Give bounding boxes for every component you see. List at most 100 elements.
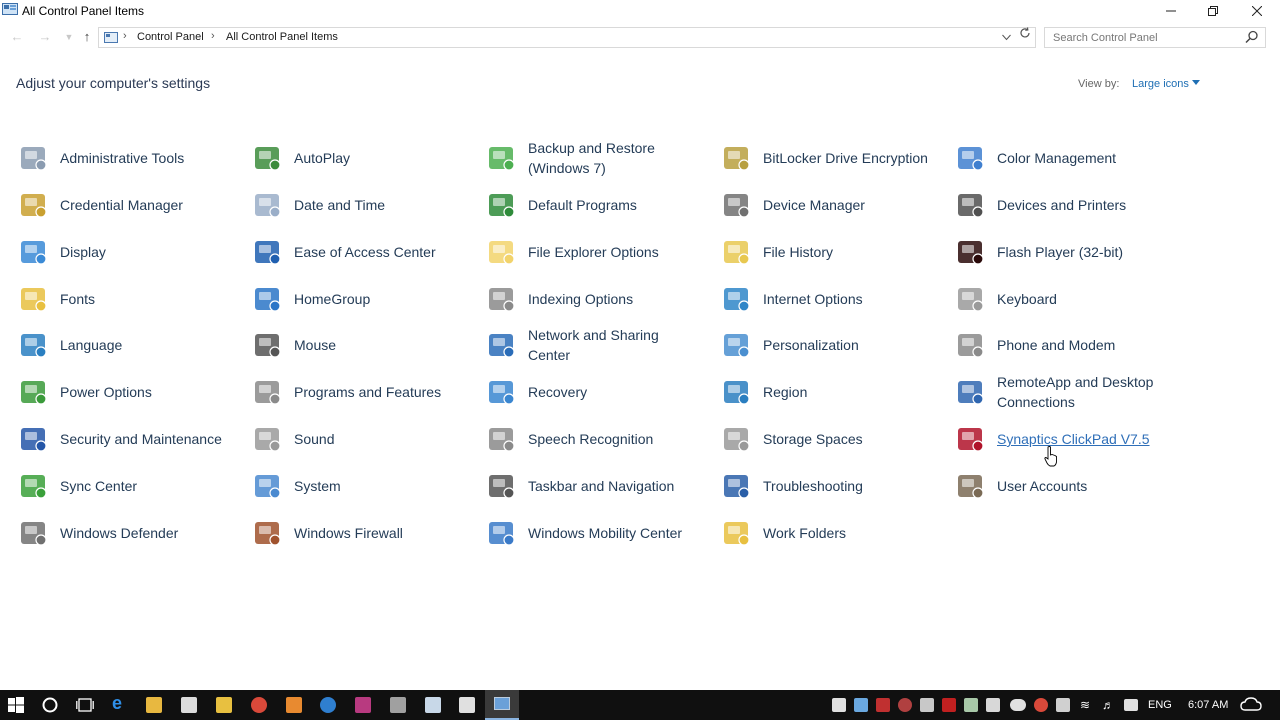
item-fonts[interactable]: Fonts [2,276,236,322]
item-firewall[interactable]: Windows Firewall [236,510,470,556]
language-indicator[interactable]: ENG [1148,699,1172,711]
action-center-icon[interactable] [1240,695,1262,715]
item-system[interactable]: System [236,463,470,509]
item-indexing[interactable]: Indexing Options [470,276,704,322]
item-ease-of-access[interactable]: Ease of Access Center [236,229,470,275]
item-remoteapp[interactable]: RemoteApp and Desktop Connections [939,369,1173,415]
active-control-panel-task[interactable] [485,690,519,720]
restore-button[interactable] [1192,0,1234,22]
item-flag[interactable]: Security and Maintenance [2,416,236,462]
network-wifi-icon[interactable]: ≋ [1080,698,1096,712]
item-internet-options[interactable]: Internet Options [705,276,939,322]
app-icon[interactable] [390,697,406,713]
back-arrow-icon[interactable]: ← [8,27,26,47]
minimize-button[interactable] [1150,0,1192,22]
item-programs[interactable]: Programs and Features [236,369,470,415]
item-defender[interactable]: Windows Defender [2,510,236,556]
item-bitlocker[interactable]: BitLocker Drive Encryption [705,135,939,181]
recent-locations-icon[interactable]: ▼ [60,27,78,47]
item-taskbar[interactable]: Taskbar and Navigation [470,463,704,509]
item-personalization[interactable]: Personalization [705,322,939,368]
item-device-manager[interactable]: Device Manager [705,182,939,228]
breadcrumb-control-panel[interactable]: Control Panel [137,31,204,43]
item-users[interactable]: User Accounts [939,463,1173,509]
search-box[interactable] [1044,27,1266,48]
edge-icon[interactable]: e [112,693,128,713]
volume-icon[interactable]: ♬ [1102,698,1116,712]
notepad-icon[interactable] [425,697,441,713]
tray-app-icon[interactable] [832,698,846,712]
address-dropdown-icon[interactable] [1002,34,1011,41]
item-troubleshooting[interactable]: Troubleshooting [705,463,939,509]
item-network[interactable]: Network and Sharing Center [470,322,704,368]
tray-adobe-icon[interactable] [876,698,890,712]
tray-app-icon[interactable] [986,698,1000,712]
tray-cloud-icon[interactable] [1010,699,1026,711]
item-clock[interactable]: Date and Time [236,182,470,228]
task-view-icon[interactable] [76,697,94,713]
item-flash[interactable]: Flash Player (32-bit) [939,229,1173,275]
item-label: Power Options [60,384,152,400]
item-backup[interactable]: Backup and Restore (Windows 7) [470,135,704,181]
item-mouse[interactable]: Mouse [236,322,470,368]
item-default-programs[interactable]: Default Programs [470,182,704,228]
clock[interactable]: 6:07 AM [1188,699,1228,711]
item-autoplay[interactable]: AutoPlay [236,135,470,181]
item-sync[interactable]: Sync Center [2,463,236,509]
app-icon[interactable] [459,697,475,713]
file-explorer-icon[interactable] [146,697,162,713]
forward-arrow-icon[interactable]: → [36,27,54,47]
tray-app-icon[interactable] [1056,698,1070,712]
item-admin-tools[interactable]: Administrative Tools [2,135,236,181]
item-recovery[interactable]: Recovery [470,369,704,415]
sticky-app-icon[interactable] [216,697,232,713]
up-arrow-icon[interactable]: ↑ [78,27,96,47]
internet-options-icon [724,288,750,312]
windows-start-icon[interactable] [8,697,24,713]
item-printer[interactable]: Devices and Printers [939,182,1173,228]
view-by-dropdown[interactable]: Large icons [1132,78,1189,90]
tray-app-icon[interactable] [898,698,912,712]
item-microphone[interactable]: Speech Recognition [470,416,704,462]
view-by-caret-icon[interactable] [1192,80,1200,85]
synaptics-icon [958,428,984,452]
breadcrumb-all-items[interactable]: All Control Panel Items [226,31,338,43]
item-folder-options[interactable]: File Explorer Options [470,229,704,275]
item-sound[interactable]: Sound [236,416,470,462]
onedrive-icon[interactable] [320,697,336,713]
chrome-icon[interactable] [251,697,267,713]
refresh-button[interactable] [1016,26,1034,44]
taskbar: e ≋ ♬ ENG 6:07 AM [0,690,1280,720]
search-icon[interactable] [1245,30,1259,44]
tray-app-icon[interactable] [964,698,978,712]
tray-app-icon[interactable] [854,698,868,712]
item-phone[interactable]: Phone and Modem [939,322,1173,368]
search-input[interactable] [1045,28,1235,48]
item-language[interactable]: Language [2,322,236,368]
address-bar[interactable]: › Control Panel › All Control Panel Item… [98,27,1036,48]
item-label: Devices and Printers [997,197,1127,213]
cortana-icon[interactable] [42,697,58,713]
tray-app-icon[interactable] [942,698,956,712]
microphone-icon [489,428,515,452]
tray-chrome-icon[interactable] [1034,698,1048,712]
item-storage[interactable]: Storage Spaces [705,416,939,462]
item-label: Programs and Features [294,384,442,400]
app-icon[interactable] [355,697,371,713]
item-work-folders[interactable]: Work Folders [705,510,939,556]
keyboard-tray-icon[interactable] [1124,699,1138,711]
item-credential[interactable]: Credential Manager [2,182,236,228]
item-mobility[interactable]: Windows Mobility Center [470,510,704,556]
item-keyboard[interactable]: Keyboard [939,276,1173,322]
item-display[interactable]: Display [2,229,236,275]
tray-app-icon[interactable] [920,698,934,712]
item-color-management[interactable]: Color Management [939,135,1173,181]
item-label: Taskbar and Navigation [528,478,675,494]
item-homegroup[interactable]: HomeGroup [236,276,470,322]
item-file-history[interactable]: File History [705,229,939,275]
store-icon[interactable] [181,697,197,713]
item-power-options[interactable]: Power Options [2,369,236,415]
item-region[interactable]: Region [705,369,939,415]
close-button[interactable] [1236,0,1278,22]
app-icon[interactable] [286,697,302,713]
